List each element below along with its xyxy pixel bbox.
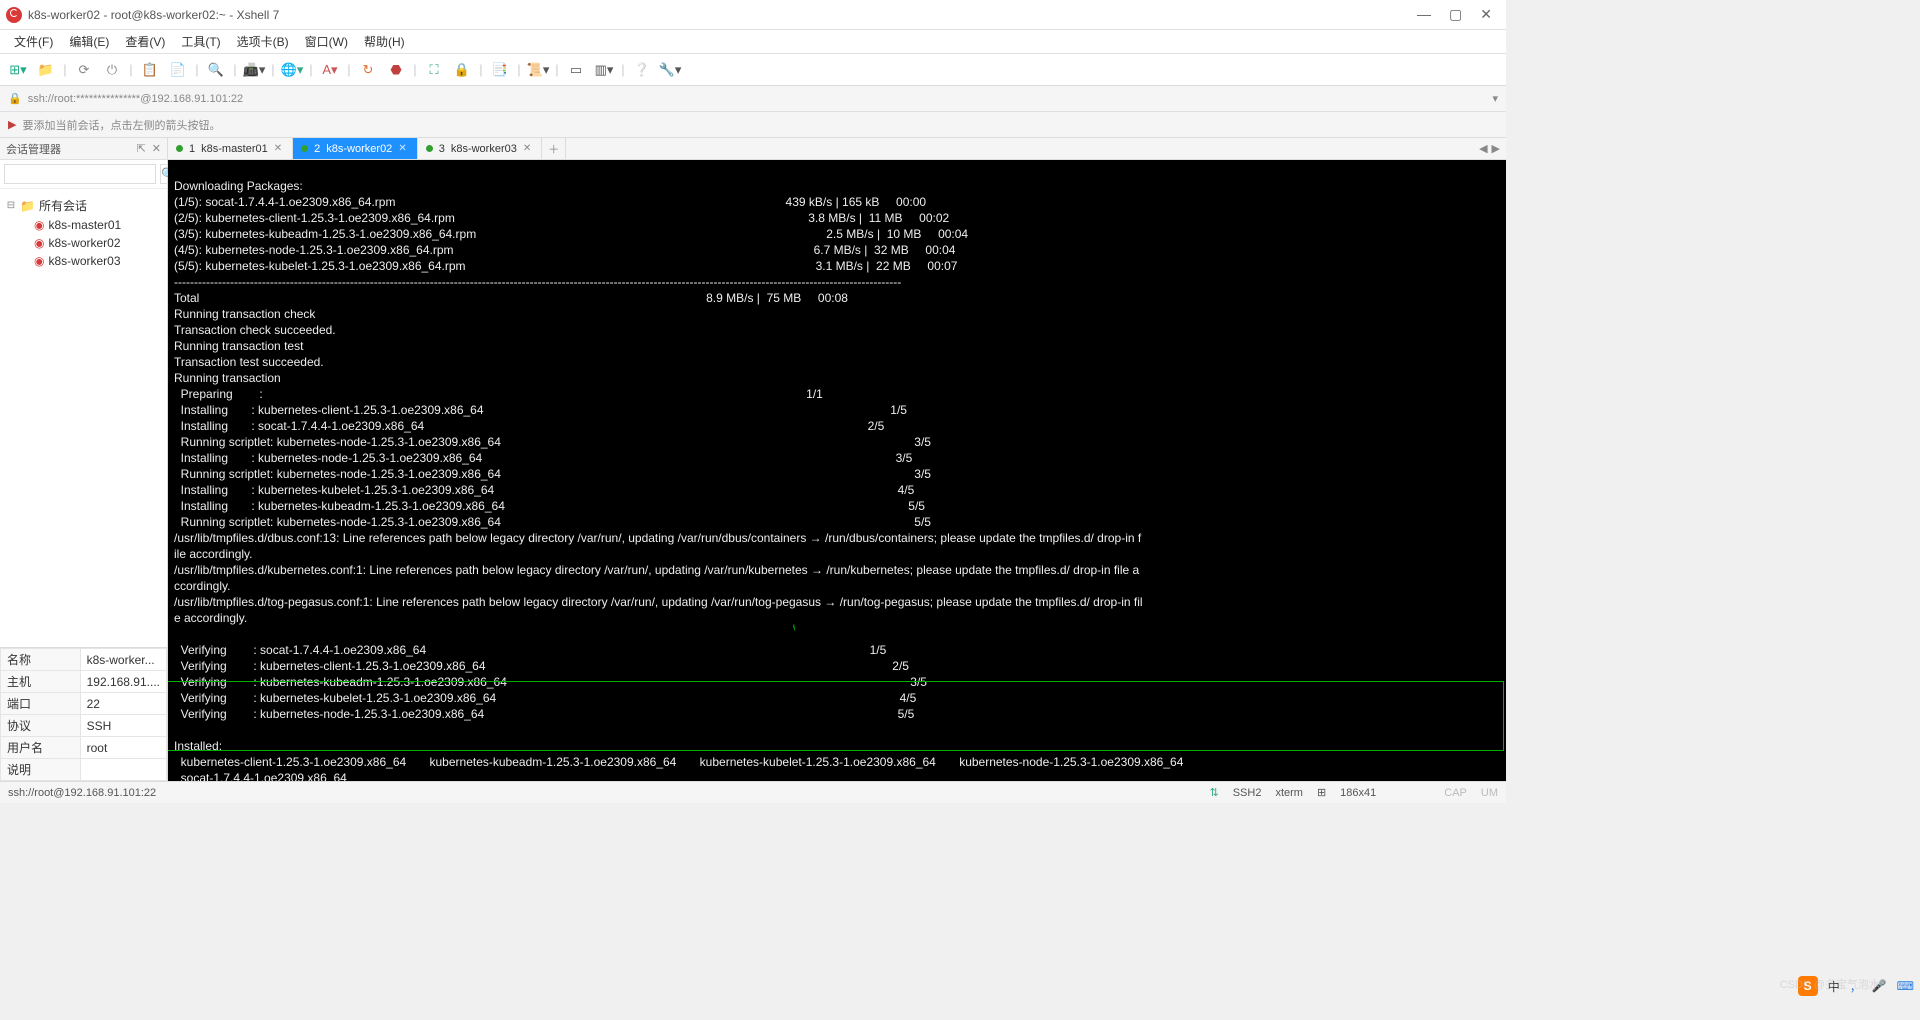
host-icon: ◉ bbox=[34, 218, 44, 232]
reconnect-icon[interactable]: ⟳ bbox=[72, 58, 96, 82]
status-cap: CAP bbox=[1444, 787, 1467, 799]
prop-desc-label: 说明 bbox=[1, 759, 81, 781]
terminal[interactable]: Downloading Packages: (1/5): socat-1.7.4… bbox=[168, 160, 1506, 781]
status-size-icon: ⊞ bbox=[1317, 786, 1326, 799]
session-item-master01[interactable]: ◉k8s-master01 bbox=[32, 216, 163, 234]
prop-name-label: 名称 bbox=[1, 649, 81, 671]
prop-host-value: 192.168.91.... bbox=[80, 671, 166, 693]
titlebar: k8s-worker02 - root@k8s-worker02:~ - Xsh… bbox=[0, 0, 1506, 30]
status-dot-icon bbox=[426, 145, 433, 152]
status-size: 186x41 bbox=[1340, 787, 1376, 799]
prop-proto-label: 协议 bbox=[1, 715, 81, 737]
fullscreen-icon[interactable]: ⛶ bbox=[422, 58, 446, 82]
flag-icon[interactable]: ▶ bbox=[8, 118, 16, 131]
tab-close-icon[interactable]: ✕ bbox=[523, 143, 531, 154]
paste-icon[interactable]: 📄 bbox=[166, 58, 190, 82]
tab-close-icon[interactable]: ✕ bbox=[274, 143, 282, 154]
open-icon[interactable]: 📁 bbox=[34, 58, 58, 82]
host-icon: ◉ bbox=[34, 254, 44, 268]
host-icon: ◉ bbox=[34, 236, 44, 250]
lock-icon[interactable]: 🔒 bbox=[450, 58, 474, 82]
status-term: xterm bbox=[1275, 787, 1303, 799]
sidebar: 会话管理器 ⇱✕ 🔍 ⊟📁 所有会话 ◉k8s-master01 ◉k8s-wo… bbox=[0, 138, 168, 781]
help-icon[interactable]: ❔ bbox=[630, 58, 654, 82]
prop-proto-value: SSH bbox=[80, 715, 166, 737]
menubar: 文件(F) 编辑(E) 查看(V) 工具(T) 选项卡(B) 窗口(W) 帮助(… bbox=[0, 30, 1506, 54]
copy-icon[interactable]: 📋 bbox=[138, 58, 162, 82]
folder-icon: 📁 bbox=[20, 199, 35, 213]
minimize-button[interactable]: — bbox=[1417, 6, 1431, 23]
menu-tools[interactable]: 工具(T) bbox=[175, 31, 226, 52]
layout1-icon[interactable]: ▭ bbox=[564, 58, 588, 82]
status-address: ssh://root@192.168.91.101:22 bbox=[8, 787, 156, 799]
menu-help[interactable]: 帮助(H) bbox=[358, 31, 411, 52]
window-title: k8s-worker02 - root@k8s-worker02:~ - Xsh… bbox=[28, 8, 1417, 22]
tab-prev-icon[interactable]: ◀ bbox=[1479, 142, 1487, 155]
prop-user-label: 用户名 bbox=[1, 737, 81, 759]
watermark: CSDN @多宝气泡水 bbox=[1780, 976, 1880, 992]
prop-user-value: root bbox=[80, 737, 166, 759]
sidebar-header: 会话管理器 ⇱ ✕ bbox=[0, 138, 167, 160]
tab-next-icon[interactable]: ▶ bbox=[1492, 142, 1500, 155]
transfer-icon[interactable]: 📑 bbox=[488, 58, 512, 82]
disconnect-icon[interactable]: ⏻ bbox=[100, 58, 124, 82]
close-button[interactable]: ✕ bbox=[1480, 6, 1492, 23]
status-net-icon: ⇅ bbox=[1209, 786, 1218, 799]
address-dropdown-icon[interactable]: ▾ bbox=[1492, 92, 1498, 105]
menu-file[interactable]: 文件(F) bbox=[8, 31, 59, 52]
menu-view[interactable]: 查看(V) bbox=[119, 31, 171, 52]
padlock-icon: 🔒 bbox=[8, 92, 22, 105]
statusbar: ssh://root@192.168.91.101:22 ⇅ SSH2 xter… bbox=[0, 781, 1506, 803]
status-ssh: SSH2 bbox=[1233, 787, 1262, 799]
font-icon[interactable]: A▾ bbox=[318, 58, 342, 82]
session-item-worker03[interactable]: ◉k8s-worker03 bbox=[32, 252, 163, 270]
tab-close-icon[interactable]: ✕ bbox=[398, 143, 406, 154]
property-grid: 名称k8s-worker... 主机192.168.91.... 端口22 协议… bbox=[0, 647, 167, 781]
ime-kbd-icon[interactable]: ⌨ bbox=[1897, 979, 1914, 993]
session-filter-input[interactable] bbox=[4, 164, 156, 184]
tab-row: 1k8s-master01✕ 2k8s-worker02✕ 3k8s-worke… bbox=[168, 138, 1506, 160]
stop-icon[interactable]: ⬣ bbox=[384, 58, 408, 82]
toolbar: ⊞▾ 📁 | ⟳ ⏻ | 📋 📄 | 🔍 | 📠▾ | 🌐▾ | A▾ | ↻ … bbox=[0, 54, 1506, 86]
sidebar-close-icon[interactable]: ✕ bbox=[152, 142, 161, 155]
menu-window[interactable]: 窗口(W) bbox=[299, 31, 354, 52]
about-icon[interactable]: 🔧▾ bbox=[658, 58, 682, 82]
prop-port-value: 22 bbox=[80, 693, 166, 715]
maximize-button[interactable]: ▢ bbox=[1449, 6, 1462, 23]
status-dot-icon bbox=[176, 145, 183, 152]
globe-icon[interactable]: 🌐▾ bbox=[280, 58, 304, 82]
hint-bar: ▶ 要添加当前会话，点击左侧的箭头按钮。 bbox=[0, 112, 1506, 138]
session-item-worker02[interactable]: ◉k8s-worker02 bbox=[32, 234, 163, 252]
address-bar: 🔒 ssh://root:***************@192.168.91.… bbox=[0, 86, 1506, 112]
layout2-icon[interactable]: ▥▾ bbox=[592, 58, 616, 82]
tab-worker03[interactable]: 3k8s-worker03✕ bbox=[418, 138, 543, 159]
tab-worker02[interactable]: 2k8s-worker02✕ bbox=[293, 138, 418, 159]
properties-icon[interactable]: 📠▾ bbox=[242, 58, 266, 82]
new-session-icon[interactable]: ⊞▾ bbox=[6, 58, 30, 82]
sidebar-title: 会话管理器 bbox=[6, 141, 61, 157]
hint-text: 要添加当前会话，点击左侧的箭头按钮。 bbox=[22, 117, 220, 133]
prop-desc-value bbox=[80, 759, 166, 781]
menu-edit[interactable]: 编辑(E) bbox=[63, 31, 115, 52]
refresh-icon[interactable]: ↻ bbox=[356, 58, 380, 82]
prop-host-label: 主机 bbox=[1, 671, 81, 693]
tab-master01[interactable]: 1k8s-master01✕ bbox=[168, 138, 293, 159]
prop-name-value: k8s-worker... bbox=[80, 649, 166, 671]
script-icon[interactable]: 📜▾ bbox=[526, 58, 550, 82]
app-icon bbox=[6, 7, 22, 23]
session-tree: ⊟📁 所有会话 ◉k8s-master01 ◉k8s-worker02 ◉k8s… bbox=[0, 189, 167, 647]
menu-tabs[interactable]: 选项卡(B) bbox=[231, 31, 295, 52]
address-text[interactable]: ssh://root:***************@192.168.91.10… bbox=[28, 93, 1487, 105]
tree-root[interactable]: ⊟📁 所有会话 bbox=[4, 195, 163, 216]
tab-add-button[interactable]: ＋ bbox=[542, 138, 566, 159]
status-dot-icon bbox=[301, 145, 308, 152]
status-num: UM bbox=[1481, 787, 1498, 799]
pin-icon[interactable]: ⇱ bbox=[137, 142, 146, 155]
search-icon[interactable]: 🔍 bbox=[204, 58, 228, 82]
prop-port-label: 端口 bbox=[1, 693, 81, 715]
